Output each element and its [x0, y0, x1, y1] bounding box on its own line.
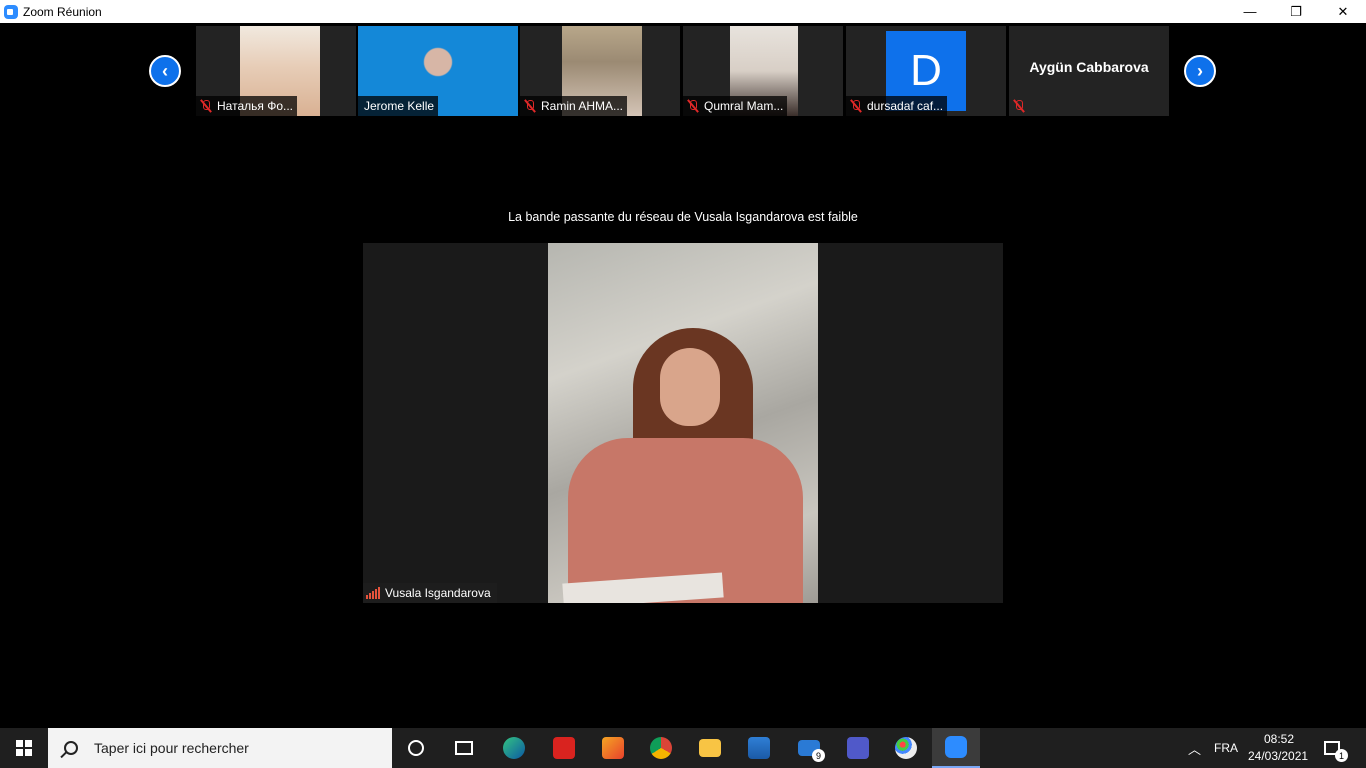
participant-tile[interactable]: D dursadaf caf...: [846, 26, 1006, 116]
acrobat-icon: [553, 737, 575, 759]
speaker-name: Vusala Isgandarova: [385, 586, 491, 600]
participant-tile[interactable]: Наталья Фо...: [196, 26, 356, 116]
participant-name: Jerome Kelle: [364, 99, 435, 113]
clock-date[interactable]: 24/03/2021: [1248, 749, 1308, 763]
muted-mic-icon: [849, 99, 863, 113]
weak-signal-icon: [366, 587, 380, 599]
search-icon: [64, 741, 78, 755]
edge-button[interactable]: [490, 728, 538, 768]
gallery-prev-button[interactable]: ‹: [149, 55, 181, 87]
gallery-next-button[interactable]: ›: [1184, 55, 1216, 87]
teams-icon: [847, 737, 869, 759]
speaker-name-label: Vusala Isgandarova: [363, 583, 497, 603]
restore-button[interactable]: ❐: [1273, 0, 1319, 23]
paint-button[interactable]: [882, 728, 930, 768]
active-speaker-panel: La bande passante du réseau de Vusala Is…: [142, 119, 1224, 728]
clock-time[interactable]: 08:52: [1264, 732, 1294, 746]
participant-name-bar: Qumral Mam...: [683, 96, 788, 116]
minimize-button[interactable]: —: [1227, 0, 1273, 23]
file-explorer-button[interactable]: [686, 728, 734, 768]
task-view-icon: [455, 741, 473, 755]
paint-icon: [895, 737, 917, 759]
participant-name-bar: Наталья Фо...: [196, 96, 297, 116]
action-center-button[interactable]: 1: [1312, 728, 1352, 768]
office-icon: [602, 737, 624, 759]
chevron-right-icon: ›: [1197, 60, 1203, 81]
muted-mic-icon: [686, 99, 700, 113]
participant-name-bar: Ramin AHMA...: [520, 96, 628, 116]
muted-mic-icon: [1012, 99, 1026, 113]
chevron-left-icon: ‹: [162, 60, 168, 81]
mail-badge: 9: [812, 749, 825, 762]
bandwidth-warning: La bande passante du réseau de Vusala Is…: [508, 210, 858, 224]
participant-name: dursadaf caf...: [867, 99, 944, 113]
file-explorer-icon: [699, 739, 721, 757]
participant-tile[interactable]: Ramin AHMA...: [520, 26, 680, 116]
taskbar-search[interactable]: [48, 728, 392, 768]
window-title: Zoom Réunion: [23, 4, 102, 19]
zoom-button[interactable]: [932, 728, 980, 768]
chrome-button[interactable]: [637, 728, 685, 768]
edge-icon: [503, 737, 525, 759]
participant-name-bar: Jerome Kelle: [358, 96, 439, 116]
chrome-icon: [650, 737, 672, 759]
participant-name: Aygün Cabbarova: [1029, 59, 1149, 75]
speaker-video-frame[interactable]: Vusala Isgandarova: [363, 243, 1003, 603]
cortana-button[interactable]: [392, 728, 440, 768]
cortana-icon: [408, 740, 424, 756]
start-button[interactable]: [0, 728, 48, 768]
zoom-icon: [945, 736, 967, 758]
photos-icon: [748, 737, 770, 759]
participant-tile[interactable]: Aygün Cabbarova: [1009, 26, 1169, 116]
show-hidden-icons-chevron-icon[interactable]: ︿: [1188, 739, 1201, 758]
photos-button[interactable]: [735, 728, 783, 768]
mail-button[interactable]: 9: [785, 728, 833, 768]
acrobat-button[interactable]: [540, 728, 588, 768]
office-button[interactable]: [589, 728, 637, 768]
muted-mic-icon: [523, 99, 537, 113]
participant-name: Наталья Фо...: [217, 99, 293, 113]
close-button[interactable]: ✕: [1320, 0, 1366, 23]
participant-tile[interactable]: Qumral Mam...: [683, 26, 843, 116]
participant-name-bar: dursadaf caf...: [846, 96, 948, 116]
muted-mic-icon: [199, 99, 213, 113]
speaker-video: [548, 243, 818, 603]
windows-logo-icon: [16, 740, 32, 756]
zoom-app-icon: [4, 4, 18, 19]
title-bar: Zoom Réunion — ❐ ✕: [0, 0, 1366, 23]
participant-tile[interactable]: Jerome Kelle: [358, 26, 518, 116]
task-view-button[interactable]: [440, 728, 488, 768]
language-indicator[interactable]: FRA: [1214, 741, 1238, 755]
participant-name: Ramin AHMA...: [541, 99, 624, 113]
participant-name-bar: [1009, 96, 1034, 116]
search-input[interactable]: [94, 740, 374, 756]
notification-badge: 1: [1335, 749, 1348, 762]
teams-button[interactable]: [834, 728, 882, 768]
windows-taskbar: 9 ︿ FRA 08:52 24/03/2021 1: [0, 728, 1366, 768]
participant-name: Qumral Mam...: [704, 99, 784, 113]
